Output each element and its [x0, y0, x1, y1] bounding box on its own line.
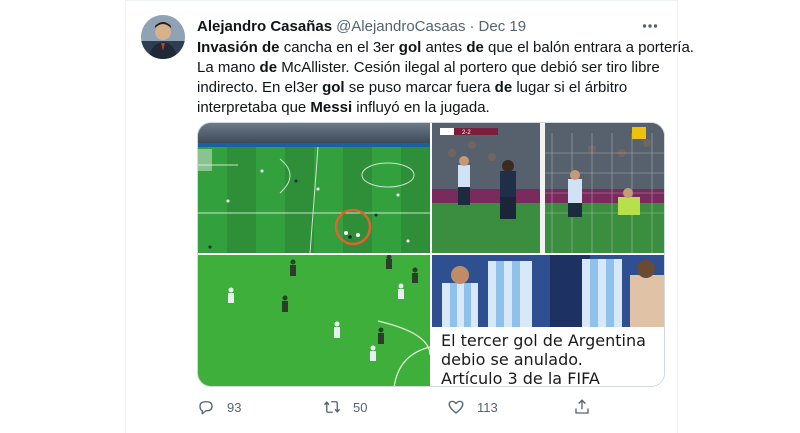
reply-count: 93: [227, 399, 242, 415]
media-image-3[interactable]: [198, 255, 430, 386]
tweet-actions: 93 50 113: [197, 396, 617, 418]
media-image-2[interactable]: 2-2: [432, 123, 664, 253]
tweet-text-segment: McAllister. Cesión ilegal al portero que…: [277, 59, 660, 76]
tweet-text-bold: gol: [398, 39, 422, 56]
like-count: 113: [477, 399, 498, 415]
tweet-text-bold: de: [466, 39, 484, 56]
display-name[interactable]: Alejandro Casañas: [197, 18, 332, 35]
tweet-header: Alejandro Casañas @AlejandroCasaas · Dec…: [197, 15, 667, 37]
tweet-text-bold: Invasión de: [197, 39, 280, 56]
tweet-text-bold: de: [259, 59, 278, 76]
tweet-text-segment: antes: [421, 39, 467, 56]
separator-dot: ·: [469, 17, 475, 35]
like-button[interactable]: 113: [447, 396, 498, 418]
caption-line-3: Artículo 3 de la FIFA: [441, 369, 600, 387]
caption-line-2: debio se anulado.: [441, 350, 583, 369]
tweet-text-bold: de: [494, 79, 513, 96]
image-caption: El tercer gol de Argentina debio se anul…: [432, 327, 664, 387]
media-grid[interactable]: 2-2 El tercer gol de Argentina debio se …: [197, 122, 665, 387]
tweet-text-segment: interpretaba que: [197, 99, 311, 116]
more-icon[interactable]: [639, 15, 661, 37]
tweet-text-segment: se puso marcar fuera: [344, 79, 495, 96]
tweet-text-bold: gol: [322, 79, 345, 96]
tweet-text-segment: La mano: [197, 59, 260, 76]
tweet-text-segment: lugar si el árbitro: [512, 79, 628, 96]
media-image-1[interactable]: [198, 123, 430, 253]
tweet-text-segment: que el balón entrara a portería.: [483, 39, 694, 56]
tweet-text-line: interpretaba que Messi influyó en la jug…: [197, 98, 667, 118]
tweet-text-segment: indirecto. En el3er: [197, 79, 323, 96]
share-icon: [575, 399, 589, 414]
reply-button[interactable]: 93: [197, 396, 241, 418]
user-handle[interactable]: @AlejandroCasaas: [336, 18, 465, 35]
tweet-text-segment: influyó en la jugada.: [352, 99, 490, 116]
tweet-text-line: indirecto. En el3er gol se puso marcar f…: [197, 78, 667, 98]
tweet-card[interactable]: Alejandro Casañas @AlejandroCasaas · Dec…: [125, 0, 694, 433]
caption-line-1: El tercer gol de Argentina: [441, 331, 646, 350]
scoreboard: 2-2: [462, 130, 471, 136]
like-icon: [448, 400, 464, 414]
tweet-text: Invasión de cancha en el 3er gol antes d…: [197, 38, 694, 118]
reply-icon: [199, 401, 213, 415]
media-image-4[interactable]: El tercer gol de Argentina debio se anul…: [432, 255, 664, 387]
avatar[interactable]: [141, 15, 185, 59]
tweet-text-segment: cancha en el 3er: [279, 39, 399, 56]
retweet-button[interactable]: 50: [323, 396, 367, 418]
share-button[interactable]: [573, 396, 603, 418]
tweet-date[interactable]: Dec 19: [479, 18, 527, 35]
tweet-text-bold: Messi: [310, 99, 353, 116]
retweet-icon: [323, 401, 341, 413]
tweet-text-line: Invasión de cancha en el 3er gol antes d…: [197, 38, 694, 58]
divider: [126, 0, 677, 1]
retweet-count: 50: [353, 399, 368, 415]
tweet-text-line: La mano de McAllister. Cesión ilegal al …: [197, 58, 667, 78]
